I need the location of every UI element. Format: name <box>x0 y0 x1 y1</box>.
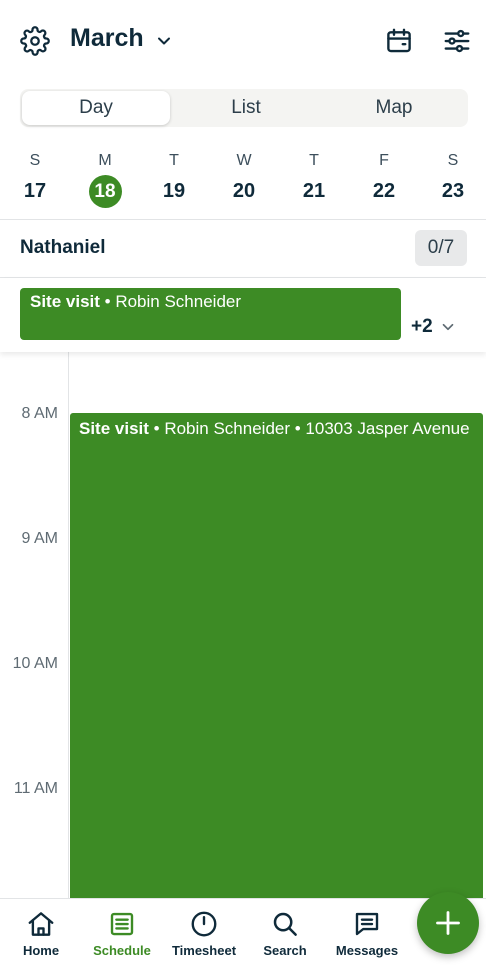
day-number-today: 18 <box>88 175 122 208</box>
day-friday[interactable]: F 22 <box>360 150 408 208</box>
assignee-name: Nathaniel <box>20 237 106 258</box>
nav-label: Messages <box>335 943 399 958</box>
day-saturday[interactable]: S 23 <box>429 150 477 208</box>
calendar-icon[interactable] <box>384 26 414 56</box>
clock-icon <box>191 911 217 937</box>
nav-home[interactable]: Home <box>0 909 82 958</box>
nav-label: Search <box>263 943 307 958</box>
time-gutter-line <box>68 352 69 898</box>
add-button[interactable] <box>417 892 479 954</box>
search-icon <box>273 912 297 936</box>
nav-search[interactable]: Search <box>244 909 326 958</box>
more-events-count: +2 <box>411 316 433 337</box>
day-number: 19 <box>162 180 186 202</box>
chevron-down-icon <box>157 37 170 44</box>
nav-messages[interactable]: Messages <box>326 909 408 958</box>
day-letter: W <box>236 152 252 169</box>
month-selector[interactable]: March <box>70 24 174 53</box>
assignee-row[interactable]: Nathaniel 0/7 <box>0 220 486 278</box>
tab-day[interactable]: Day <box>22 91 170 125</box>
day-timeline[interactable]: 8 AM 9 AM 10 AM 11 AM Site visit • Robin… <box>0 352 486 898</box>
nav-timesheet[interactable]: Timesheet <box>163 909 245 958</box>
event-details: • Robin Schneider • 10303 Jasper Avenue <box>148 419 470 438</box>
gear-icon[interactable] <box>20 26 50 56</box>
nav-label: Timesheet <box>171 943 237 958</box>
bottom-nav: Home Schedule Timesheet Search Messages <box>0 898 486 980</box>
hour-label: 11 AM <box>13 780 58 797</box>
nav-schedule[interactable]: Schedule <box>81 909 163 958</box>
schedule-icon <box>110 912 134 936</box>
week-strip: S 17 M 18 T 19 W 20 T 21 F 22 S 23 <box>0 150 486 220</box>
nav-label: Home <box>22 943 60 958</box>
top-header: March <box>0 0 486 82</box>
day-tuesday[interactable]: T 19 <box>150 150 198 208</box>
plus-icon <box>436 911 460 935</box>
view-segmented-control: Day List Map <box>20 89 468 127</box>
visit-count-badge: 0/7 <box>415 230 467 266</box>
day-monday[interactable]: M 18 <box>81 150 129 208</box>
nav-label: Schedule <box>93 943 151 958</box>
day-letter: S <box>447 152 459 169</box>
day-wednesday[interactable]: W 20 <box>220 150 268 208</box>
hour-label: 9 AM <box>21 530 58 547</box>
hour-label: 8 AM <box>21 405 58 422</box>
tab-map[interactable]: Map <box>320 89 468 127</box>
tab-list[interactable]: List <box>172 89 320 127</box>
chevron-down-icon <box>442 323 453 331</box>
day-letter: T <box>309 152 319 169</box>
day-sunday[interactable]: S 17 <box>11 150 59 208</box>
event-type: Site visit <box>79 419 149 438</box>
more-events-toggle[interactable]: +2 <box>411 316 457 338</box>
day-letter: F <box>379 152 389 169</box>
all-day-event[interactable]: Site visit • Robin Schneider <box>20 288 401 340</box>
message-icon <box>355 912 379 936</box>
day-number: 22 <box>372 180 396 202</box>
event-details: • Robin Schneider <box>99 292 242 311</box>
month-title: March <box>70 24 144 52</box>
timed-event[interactable]: Site visit • Robin Schneider • 10303 Jas… <box>70 413 483 898</box>
all-day-events: Site visit • Robin Schneider +2 <box>0 278 486 352</box>
hour-label: 10 AM <box>12 655 58 672</box>
day-number: 21 <box>302 180 326 202</box>
home-icon <box>28 912 54 936</box>
day-number: 20 <box>232 180 256 202</box>
filter-sliders-icon[interactable] <box>442 26 472 56</box>
day-letter: T <box>169 152 179 169</box>
event-type: Site visit <box>30 292 100 311</box>
day-letter: M <box>98 152 112 169</box>
day-number: 23 <box>441 180 465 202</box>
day-letter: S <box>29 152 41 169</box>
day-number: 17 <box>23 180 47 202</box>
day-thursday[interactable]: T 21 <box>290 150 338 208</box>
